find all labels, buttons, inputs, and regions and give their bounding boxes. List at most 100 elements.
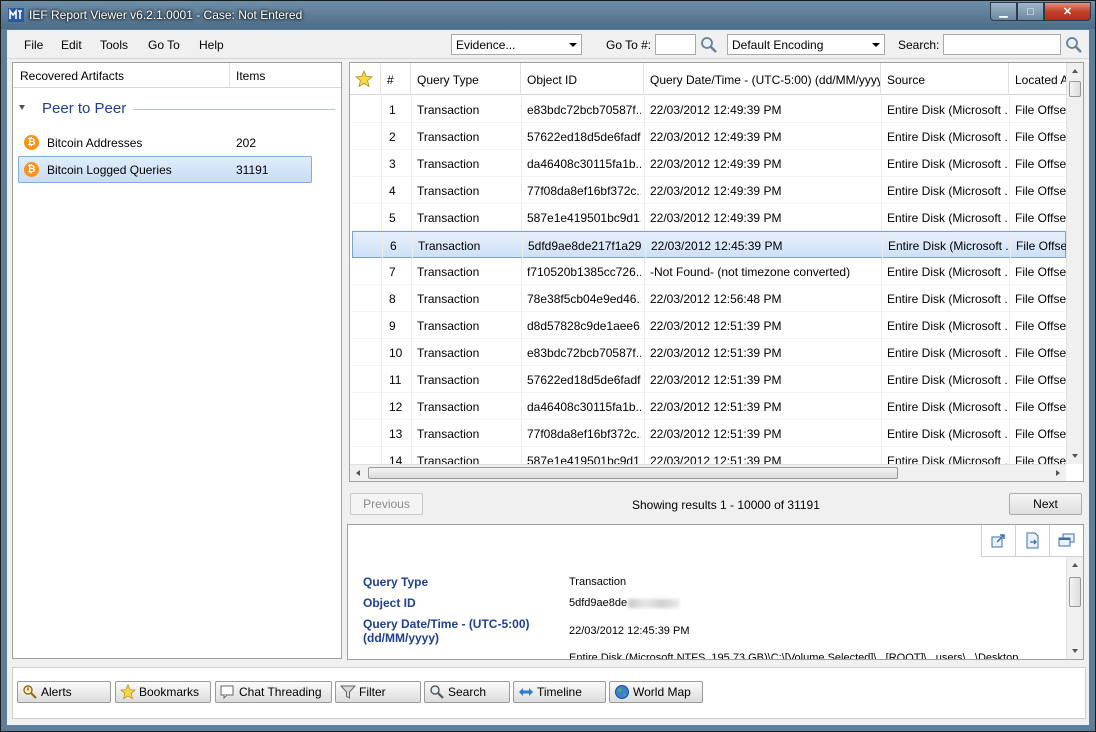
detail-vertical-scrollbar[interactable] bbox=[1066, 557, 1083, 659]
cell-query-date: 22/03/2012 12:51:39 PM bbox=[650, 319, 782, 333]
cell-query-date: 22/03/2012 12:45:39 PM bbox=[651, 239, 783, 253]
column-separator bbox=[411, 177, 412, 204]
table-row[interactable]: 5 Transaction 587e1e419501bc9d1... 22/03/20… bbox=[352, 204, 1066, 231]
grid-vertical-scrollbar[interactable] bbox=[1066, 63, 1083, 464]
table-row[interactable]: 8 Transaction 78e38f5cb04e9ed46... 22/03/20… bbox=[352, 285, 1066, 312]
search-icon[interactable] bbox=[1065, 36, 1083, 54]
scroll-thumb[interactable] bbox=[1069, 81, 1081, 97]
cell-located-at: File Offset bbox=[1015, 265, 1066, 279]
table-row[interactable]: 11 Transaction 57622ed18d5de6fadf... 22/03/… bbox=[352, 366, 1066, 393]
cell-located-at: File Offset bbox=[1015, 319, 1066, 333]
search-input[interactable] bbox=[943, 34, 1061, 55]
table-row[interactable]: 12 Transaction da46408c30115fa1b... 22/03/2… bbox=[352, 393, 1066, 420]
column-separator bbox=[521, 393, 522, 420]
column-separator bbox=[644, 150, 645, 177]
table-row[interactable]: 1 Transaction e83bdc72bcb70587f... 22/03/20… bbox=[352, 96, 1066, 123]
scroll-left-arrow-icon[interactable] bbox=[356, 470, 360, 476]
window-button[interactable] bbox=[1049, 525, 1083, 557]
tab-bookmarks[interactable]: Bookmarks bbox=[115, 681, 211, 703]
cell-query-type: Transaction bbox=[417, 427, 480, 441]
menu-file[interactable]: File bbox=[24, 38, 43, 52]
cell-object-id: 587e1e419501bc9d1... bbox=[527, 454, 641, 464]
cell-located-at: File Offset bbox=[1016, 239, 1066, 253]
cell-source: Entire Disk (Microsoft ... bbox=[887, 427, 1007, 441]
column-header-number[interactable]: # bbox=[381, 63, 411, 95]
tab-world-map[interactable]: World Map bbox=[609, 681, 703, 703]
menu-help[interactable]: Help bbox=[199, 38, 224, 52]
tab-filter[interactable]: Filter bbox=[335, 681, 421, 703]
artifact-bitcoin-logged-queries[interactable]: ₿ Bitcoin Logged Queries 31191 bbox=[18, 156, 312, 183]
menu-goto[interactable]: Go To bbox=[148, 38, 180, 52]
results-grid: # Query Type Object ID Query Date/Time -… bbox=[349, 62, 1084, 482]
collapse-triangle-icon[interactable] bbox=[19, 105, 25, 110]
bookmark-star-icon bbox=[355, 70, 373, 88]
cell-object-id: 57622ed18d5de6fadf... bbox=[527, 130, 641, 144]
menu-edit[interactable]: Edit bbox=[61, 38, 82, 52]
column-separator bbox=[644, 258, 645, 285]
column-separator bbox=[1009, 204, 1010, 231]
column-separator bbox=[411, 420, 412, 447]
tab-label: World Map bbox=[633, 685, 691, 699]
table-row[interactable]: 2 Transaction 57622ed18d5de6fadf... 22/03/2… bbox=[352, 123, 1066, 150]
next-button[interactable]: Next bbox=[1009, 493, 1082, 515]
scroll-up-arrow-icon[interactable] bbox=[1072, 69, 1078, 73]
table-row[interactable]: 9 Transaction d8d57828c9de1aee6... 22/03/20… bbox=[352, 312, 1066, 339]
artifact-group-peer-to-peer[interactable]: Peer to Peer bbox=[19, 99, 335, 119]
column-header-items[interactable]: Items bbox=[236, 69, 265, 83]
tab-alerts[interactable]: Alerts bbox=[17, 681, 111, 703]
column-header-bookmark[interactable] bbox=[350, 63, 381, 95]
column-separator bbox=[644, 420, 645, 447]
bitcoin-icon: ₿ bbox=[24, 162, 39, 177]
title-bar[interactable]: IEF Report Viewer v6.2.1.0001 - Case: No… bbox=[1, 1, 1095, 29]
column-header-source[interactable]: Source bbox=[881, 63, 1009, 95]
table-row[interactable]: 10 Transaction e83bdc72bcb70587f... 22/03/2… bbox=[352, 339, 1066, 366]
grid-horizontal-scrollbar[interactable] bbox=[350, 464, 1066, 481]
table-row[interactable]: 6 Transaction 5dfd9ae8de217f1a29... 22/03/2… bbox=[352, 231, 1066, 259]
column-header-query-type[interactable]: Query Type bbox=[411, 63, 521, 95]
cell-object-id: 57622ed18d5de6fadf... bbox=[527, 373, 641, 387]
popout-button[interactable] bbox=[981, 525, 1015, 557]
table-row[interactable]: 14 Transaction 587e1e419501bc9d1... 22/03/2… bbox=[352, 447, 1066, 464]
encoding-dropdown[interactable]: Default Encoding bbox=[727, 34, 885, 55]
maximize-button[interactable]: □ bbox=[1017, 2, 1044, 21]
column-header-artifacts[interactable]: Recovered Artifacts bbox=[20, 69, 124, 83]
goto-search-icon[interactable] bbox=[700, 36, 718, 54]
evidence-dropdown[interactable]: Evidence... bbox=[451, 34, 582, 55]
scroll-right-arrow-icon[interactable] bbox=[1056, 470, 1060, 476]
cell-query-date: 22/03/2012 12:49:39 PM bbox=[650, 211, 782, 225]
menu-tools[interactable]: Tools bbox=[100, 38, 128, 52]
scroll-thumb[interactable] bbox=[1069, 577, 1081, 607]
minimize-button[interactable]: ▁ bbox=[990, 2, 1017, 21]
scroll-down-arrow-icon[interactable] bbox=[1072, 649, 1078, 653]
detail-label-query-date: Query Date/Time - (UTC-5:00) (dd/MM/yyyy… bbox=[363, 617, 530, 645]
column-separator bbox=[411, 204, 412, 231]
tab-timeline[interactable]: Timeline bbox=[513, 681, 606, 703]
scroll-thumb[interactable] bbox=[368, 467, 898, 479]
column-separator bbox=[411, 96, 412, 123]
scroll-up-arrow-icon[interactable] bbox=[1072, 563, 1078, 567]
table-row[interactable]: 3 Transaction da46408c30115fa1b... 22/03/20… bbox=[352, 150, 1066, 177]
table-row[interactable]: 4 Transaction 77f08da8ef16bf372c... 22/03/2… bbox=[352, 177, 1066, 204]
bottom-toolbar: Alerts Bookmarks Chat Threading Filter S… bbox=[12, 667, 1086, 719]
column-header-object-id[interactable]: Object ID bbox=[521, 63, 644, 95]
previous-button[interactable]: Previous bbox=[350, 493, 423, 515]
tab-chat-threading[interactable]: Chat Threading bbox=[215, 681, 332, 703]
cell-object-id: da46408c30115fa1b... bbox=[527, 400, 641, 414]
table-row[interactable]: 13 Transaction 77f08da8ef16bf372c... 22/03/… bbox=[352, 420, 1066, 447]
export-button[interactable] bbox=[1015, 525, 1049, 557]
column-header-query-date[interactable]: Query Date/Time - (UTC-5:00) (dd/MM/yyyy… bbox=[644, 63, 881, 95]
scroll-down-arrow-icon[interactable] bbox=[1072, 454, 1078, 458]
column-separator bbox=[521, 177, 522, 204]
tab-search[interactable]: Search bbox=[424, 681, 510, 703]
close-button[interactable]: ✕ bbox=[1044, 2, 1091, 21]
column-header-located-at[interactable]: Located At bbox=[1009, 63, 1069, 95]
client-area: File Edit Tools Go To Help Evidence... G… bbox=[7, 30, 1089, 725]
column-separator bbox=[382, 232, 383, 259]
cell-query-date: 22/03/2012 12:49:39 PM bbox=[650, 157, 782, 171]
table-row[interactable]: 7 Transaction f710520b1385cc726... -Not Fou… bbox=[352, 258, 1066, 285]
grid-body: 1 Transaction e83bdc72bcb70587f... 22/03/20… bbox=[350, 96, 1066, 464]
artifact-bitcoin-addresses[interactable]: ₿ Bitcoin Addresses 202 bbox=[18, 129, 312, 156]
column-separator bbox=[521, 447, 522, 464]
goto-number-input[interactable] bbox=[655, 34, 696, 55]
results-status: Showing results 1 - 10000 of 31191 bbox=[632, 498, 820, 512]
